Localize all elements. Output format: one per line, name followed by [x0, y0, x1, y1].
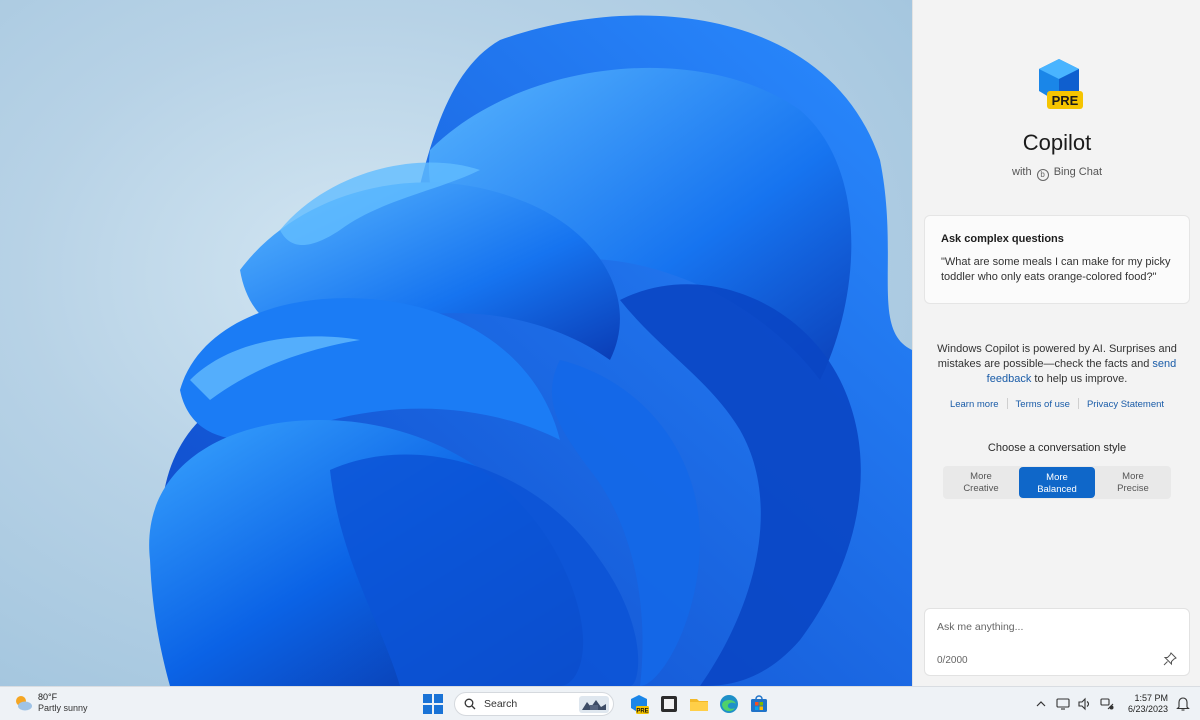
system-tray: 1:57 PM 6/23/2023 — [1030, 687, 1200, 720]
style-precise-line2: Precise — [1117, 483, 1149, 494]
learn-more-link[interactable]: Learn more — [942, 399, 1007, 410]
weather-temp: 80°F — [38, 692, 58, 702]
store-icon[interactable] — [748, 693, 770, 715]
taskbar-search[interactable]: Search — [454, 692, 614, 716]
copilot-title: Copilot — [1022, 130, 1092, 155]
clock-date: 6/23/2023 — [1127, 704, 1168, 714]
send-link[interactable]: send — [1152, 358, 1176, 370]
bing-icon: b — [1036, 169, 1049, 181]
style-balanced-line1: More — [1046, 472, 1068, 483]
legal-links: Learn more Terms of use Privacy Statement — [913, 398, 1200, 410]
copilot-logo-icon: PRE — [1039, 59, 1083, 109]
character-counter: 0/2000 — [937, 655, 968, 666]
disclaimer-text-after: to help us improve. — [1031, 373, 1128, 385]
copilot-subtitle: with b Bing Chat — [913, 166, 1200, 181]
display-icon[interactable] — [1055, 696, 1071, 712]
terms-of-use-link[interactable]: Terms of use — [1008, 399, 1078, 410]
taskbar: 80°F Partly sunny Search PRE 1:57 PM 6/2… — [0, 686, 1200, 720]
chevron-up-icon[interactable] — [1033, 696, 1049, 712]
ask-input-box[interactable]: Ask me anything... 0/2000 — [924, 608, 1190, 676]
folder-icon[interactable] — [688, 693, 710, 715]
feedback-link[interactable]: feedback — [987, 373, 1032, 385]
weather-widget[interactable]: 80°F Partly sunny — [13, 692, 88, 714]
pin-icon[interactable] — [1163, 652, 1177, 666]
edge-icon[interactable] — [718, 693, 740, 715]
search-icon — [464, 698, 476, 710]
subtitle-prefix: with — [1012, 166, 1032, 178]
bloom-wallpaper-art — [149, 15, 912, 686]
taskbar-apps: Search PRE — [423, 691, 774, 717]
desktop-wallpaper — [0, 0, 912, 686]
style-precise-line1: More — [1122, 471, 1144, 482]
copilot-pane: PRE Copilot with b Bing Chat Ask complex… — [912, 0, 1200, 686]
style-balanced-line2: Balanced — [1037, 484, 1077, 495]
style-balanced-button[interactable]: More Balanced — [1019, 467, 1095, 498]
copilot-icon[interactable]: PRE — [628, 693, 650, 715]
style-creative-line1: More — [970, 471, 992, 482]
card-heading: Ask complex questions — [941, 233, 1064, 245]
weather-text: 80°F Partly sunny — [38, 692, 88, 714]
conversation-style-label: Choose a conversation style — [987, 442, 1127, 454]
search-highlight-icon — [579, 696, 609, 713]
weather-condition: Partly sunny — [38, 703, 88, 713]
disclaimer-text-before: Windows Copilot is powered by AI. Surpri… — [937, 343, 1177, 370]
notification-bell-icon[interactable] — [1176, 696, 1190, 712]
subtitle-brand: Bing Chat — [1053, 166, 1102, 178]
suggestion-card[interactable]: Ask complex questions "What are some mea… — [924, 215, 1190, 304]
privacy-statement-link[interactable]: Privacy Statement — [1079, 399, 1172, 410]
conversation-style-selector: More Creative More Balanced More Precise — [943, 466, 1171, 499]
file-explorer-icon[interactable] — [658, 693, 680, 715]
card-question: "What are some meals I can make for my p… — [941, 256, 1171, 283]
clock-time: 1:57 PM — [1134, 693, 1168, 703]
search-label: Search — [484, 698, 518, 710]
taskbar-clock[interactable]: 1:57 PM 6/23/2023 — [1128, 693, 1168, 715]
partly-sunny-icon — [16, 696, 32, 711]
ask-input-placeholder[interactable]: Ask me anything... — [937, 621, 1023, 633]
style-creative-button[interactable]: More Creative — [943, 466, 1019, 499]
style-creative-line2: Creative — [963, 483, 999, 494]
style-precise-button[interactable]: More Precise — [1095, 466, 1171, 499]
windows-start-icon[interactable] — [423, 694, 443, 714]
ai-disclaimer: Windows Copilot is powered by AI. Surpri… — [935, 342, 1179, 387]
network-icon[interactable] — [1099, 696, 1115, 712]
volume-icon[interactable] — [1077, 696, 1093, 712]
svg-text:PRE: PRE — [636, 709, 648, 715]
pre-badge: PRE — [1052, 93, 1079, 108]
